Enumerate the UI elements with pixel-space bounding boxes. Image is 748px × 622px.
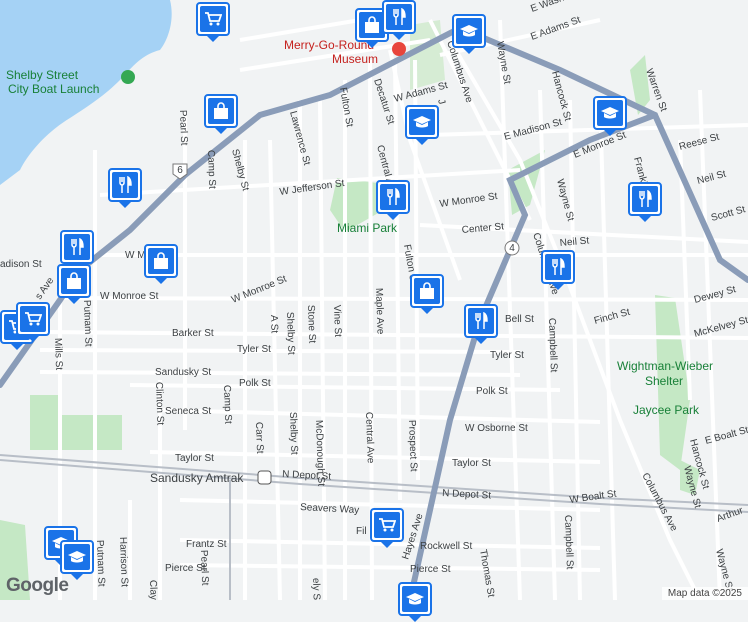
school-pin[interactable] [398,582,432,616]
shopping-cart-icon [374,512,400,538]
street-label: Camp St [221,385,233,424]
school-pin[interactable] [60,540,94,574]
street-label: Prospect St [406,420,419,472]
boat-launch-label-2: City Boat Launch [8,82,99,96]
school-pin[interactable] [405,105,439,139]
graduation-cap-icon [64,544,90,570]
miami-park-label: Miami Park [337,221,398,235]
street-label: Putnam St [94,540,107,587]
street-label: Frantz St [186,539,227,550]
street-label: Seneca St [165,406,211,417]
street-label: Fil [356,526,367,537]
museum-icon [392,42,406,56]
street-label: Pearl St [177,110,189,146]
street-label: Camp St [205,150,217,189]
shopping-pin[interactable] [57,264,91,298]
restaurant-pin[interactable] [464,304,498,338]
graduation-cap-icon [597,100,623,126]
shopping-bag-icon [414,278,440,304]
street-label: Central Ave [363,412,376,464]
google-logo: Google [6,575,69,596]
street-label: Stone St [305,305,317,344]
restaurant-pin[interactable] [541,250,575,284]
street-label: Vine St [331,305,343,338]
shopping-pin[interactable] [16,302,50,336]
shelter-label: Shelter [645,374,683,388]
street-label: Clay [147,580,159,600]
fork-knife-icon [632,186,658,212]
street-label: W M [125,250,146,261]
fork-knife-icon [386,4,412,30]
street-label: Mills St [52,338,64,371]
street-label: Clinton St [153,382,166,426]
street-label: Taylor St [175,453,214,464]
street-label: Polk St [476,386,508,397]
street-label: Campbell St [562,515,575,570]
wightman-wieber-label: Wightman-Wieber [617,359,713,373]
street-label: Taylor St [452,458,491,469]
svg-text:6: 6 [177,165,183,176]
jaycee-park-label: Jaycee Park [633,403,700,417]
shopping-pin[interactable] [144,244,178,278]
street-label: Pierce St [410,564,451,575]
train-station-icon [257,470,272,485]
map-attribution[interactable]: Map data ©2025 [661,587,748,600]
street-label: Bell St [505,314,534,325]
restaurant-pin[interactable] [628,182,662,216]
street-label: adison St [0,259,42,270]
street-label: W Osborne St [465,423,528,434]
street-label: Polk St [239,378,271,389]
fork-knife-icon [112,172,138,198]
shopping-bag-icon [148,248,174,274]
park-tree-icon [121,70,135,84]
shopping-cart-icon [200,6,226,32]
street-label: Putnam St [81,300,94,347]
school-pin[interactable] [593,96,627,130]
street-label: Rockwell St [420,541,472,552]
graduation-cap-icon [402,586,428,612]
shopping-pin[interactable] [370,508,404,542]
street-label: Shelby St [287,412,299,455]
street-label: Sandusky St [155,367,211,378]
street-label: Pearl St [198,550,210,586]
fork-knife-icon [380,184,406,210]
restaurant-pin[interactable] [382,0,416,34]
fork-knife-icon [64,234,90,260]
street-label: Barker St [172,328,214,339]
street-label: Tyler St [490,350,524,361]
museum-label: Museum [332,52,378,66]
graduation-cap-icon [456,18,482,44]
park-area-sw-1 [30,395,60,450]
fork-knife-icon [468,308,494,334]
street-label: Tyler St [237,344,271,355]
street-label: Maple Ave [373,288,386,335]
street-label: A St [268,315,280,334]
graduation-cap-icon [409,109,435,135]
street-label: Shelby St [284,312,296,355]
shopping-bag-icon [61,268,87,294]
street-label: McDonough St [313,420,326,487]
school-pin[interactable] [452,14,486,48]
street-label: Harrison St [117,537,130,588]
street-label: Campbell St [546,318,559,373]
shopping-pin[interactable] [410,274,444,308]
fork-knife-icon [545,254,571,280]
restaurant-pin[interactable] [108,168,142,202]
shopping-cart-icon [20,306,46,332]
shopping-bag-icon [208,98,234,124]
restaurant-pin[interactable] [60,230,94,264]
amtrak-label: Sandusky Amtrak [150,471,244,485]
street-label: W Monroe St [100,291,159,302]
park-area-sw-2 [62,415,122,450]
street-label: ely St [310,578,322,600]
shopping-pin[interactable] [196,2,230,36]
shopping-pin[interactable] [204,94,238,128]
restaurant-pin[interactable] [376,180,410,214]
route-4-shield: 4 [504,240,520,256]
street-label: Carr St [253,422,265,454]
boat-launch-label-1: Shelby Street [6,68,79,82]
svg-text:4: 4 [509,243,515,254]
